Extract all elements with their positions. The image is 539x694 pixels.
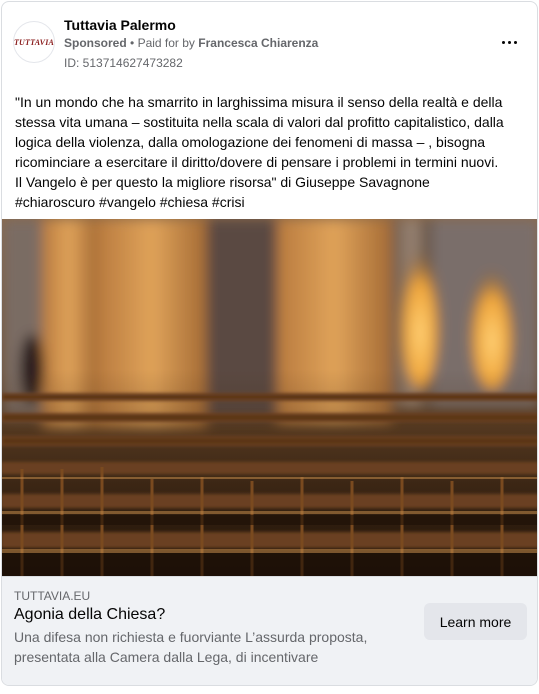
page-name[interactable]: Tuttavia Palermo bbox=[64, 17, 176, 33]
sponsor-line: Sponsored • Paid for by Francesca Chiare… bbox=[64, 36, 318, 50]
post-text-line: Il Vangelo è per questo la migliore riso… bbox=[15, 174, 430, 190]
link-title[interactable]: Agonia della Chiesa? bbox=[14, 606, 165, 624]
hashtag-link[interactable]: #crisi bbox=[212, 194, 245, 210]
more-horizontal-icon bbox=[507, 40, 511, 44]
hashtag-list: #chiaroscuro #vangelo #chiesa #crisi bbox=[15, 192, 527, 212]
link-preview[interactable]: TUTTAVIA.EU Agonia della Chiesa? Una dif… bbox=[2, 576, 537, 685]
hashtag-link[interactable]: #vangelo bbox=[99, 194, 156, 210]
more-horizontal-icon bbox=[501, 40, 505, 44]
link-description: Una difesa non richiesta e fuorviante L’… bbox=[14, 629, 368, 665]
more-horizontal-icon bbox=[513, 40, 517, 44]
link-domain: TUTTAVIA.EU bbox=[14, 589, 91, 603]
ad-id: ID: 513714627473282 bbox=[64, 56, 183, 70]
ad-card: TUTTAVIA Tuttavia Palermo Sponsored • Pa… bbox=[1, 1, 538, 686]
learn-more-button[interactable]: Learn more bbox=[424, 603, 527, 640]
hashtag-link[interactable]: #chiesa bbox=[160, 194, 208, 210]
post-text: "In un mondo che ha smarrito in larghiss… bbox=[15, 92, 527, 212]
avatar-logo: TUTTAVIA bbox=[13, 37, 55, 47]
payer-name: Francesca Chiarenza bbox=[198, 36, 319, 50]
paid-for-label: Paid for by bbox=[137, 36, 195, 50]
hashtag-link[interactable]: #chiaroscuro bbox=[15, 194, 95, 210]
more-options-button[interactable] bbox=[497, 30, 521, 54]
post-text-line: "In un mondo che ha smarrito in larghiss… bbox=[15, 94, 504, 170]
sponsored-label: Sponsored bbox=[64, 36, 127, 50]
page-avatar[interactable]: TUTTAVIA bbox=[13, 21, 55, 63]
post-header: TUTTAVIA Tuttavia Palermo Sponsored • Pa… bbox=[2, 2, 537, 82]
church-pews-photo[interactable] bbox=[2, 219, 538, 576]
separator-dot: • bbox=[130, 36, 135, 50]
